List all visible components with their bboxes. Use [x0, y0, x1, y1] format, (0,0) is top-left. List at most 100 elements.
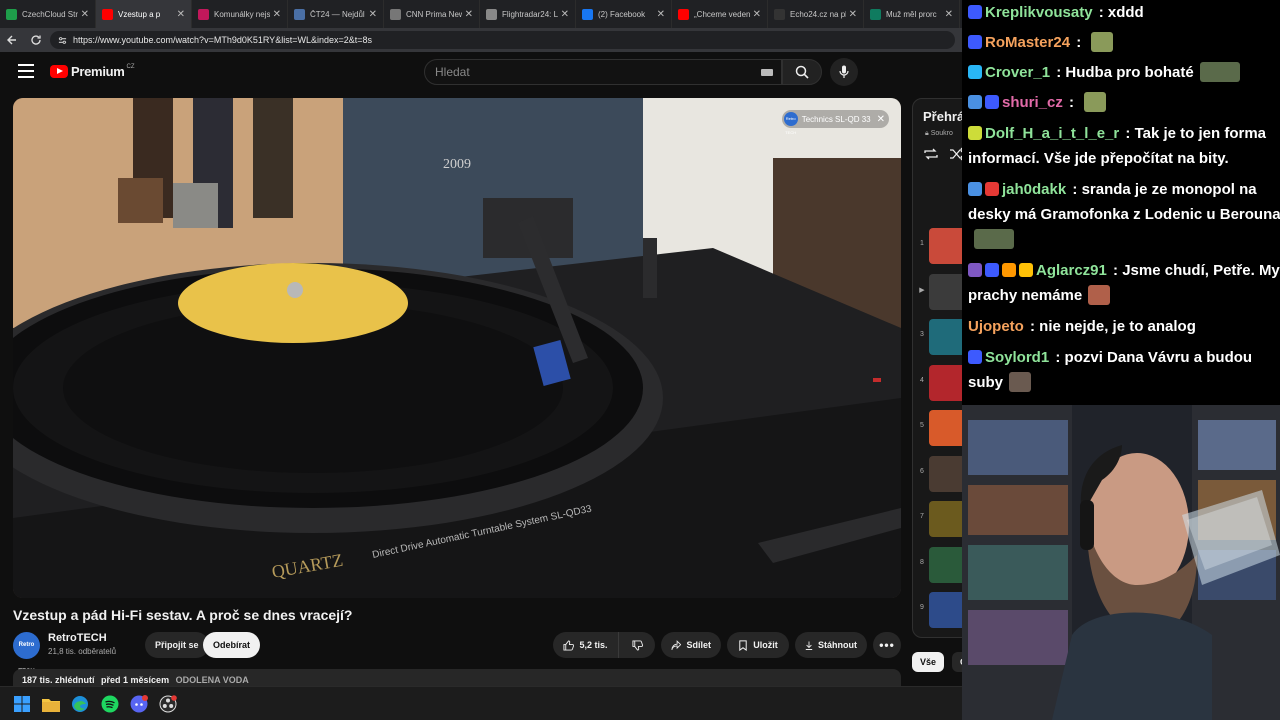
channel-watermark[interactable]: Retro TECH Technics SL-QD 33 ✕ — [781, 110, 889, 135]
filter-chip[interactable]: O — [952, 652, 962, 672]
spotify-icon[interactable] — [100, 694, 120, 714]
subscribe-button[interactable]: Odebírat — [203, 632, 261, 658]
playlist-item[interactable]: ▶ — [913, 272, 962, 312]
site-info-icon[interactable] — [58, 36, 67, 45]
share-label: Sdílet — [686, 640, 711, 650]
browser-tab[interactable]: Komunálky nejs ✕ — [192, 0, 288, 28]
close-icon[interactable]: ✕ — [877, 114, 885, 125]
filter-chip[interactable]: Vše — [912, 652, 945, 672]
playlist-item-thumbnail — [929, 546, 962, 583]
windows-start-icon[interactable] — [12, 694, 32, 714]
xbox-icon — [6, 8, 17, 20]
close-tab-icon[interactable]: ✕ — [561, 9, 569, 20]
playlist-item-index: 3 — [920, 331, 924, 338]
playlist-item[interactable]: 1 — [913, 226, 962, 266]
voice-search-button[interactable] — [830, 58, 858, 86]
description-tag[interactable]: ODOLENA VODA — [176, 675, 249, 685]
playlist-item-thumbnail — [929, 501, 962, 537]
close-tab-icon[interactable]: ✕ — [273, 9, 281, 20]
playlist-title[interactable]: Přehrá — [923, 109, 962, 124]
browser-tab[interactable]: ČT24 — Nejdůl ✕ — [288, 0, 384, 28]
search-input[interactable]: Hledat — [424, 59, 782, 85]
description-box[interactable]: 187 tis. zhlédnutí před 1 měsícem ODOLEN… — [13, 669, 901, 686]
browser-tab[interactable]: Echo24.cz na pl ✕ — [768, 0, 864, 28]
playlist-item-thumbnail — [929, 319, 962, 355]
chat-username[interactable]: Dolf_H_a_i_t_l_e_r — [985, 125, 1119, 142]
download-button[interactable]: Stáhnout — [795, 632, 867, 658]
edge-browser-icon[interactable] — [70, 694, 90, 714]
playlist-item[interactable]: 4 — [913, 363, 962, 403]
save-button[interactable]: Uložit — [727, 632, 789, 658]
monkas-emote — [974, 229, 1014, 249]
chat-badge-icon — [1002, 263, 1016, 277]
search-placeholder: Hledat — [435, 65, 470, 79]
address-bar[interactable]: https://www.youtube.com/watch?v=MTh9d0K5… — [50, 31, 955, 49]
browser-tab[interactable]: CNN Prima New ✕ — [384, 0, 480, 28]
chat-badge-icon — [968, 182, 982, 196]
chat-username[interactable]: Ujopeto — [968, 318, 1024, 335]
like-count: 5,2 tis. — [579, 640, 608, 650]
chat-text: xddd — [1107, 4, 1144, 21]
logo-region: CZ — [126, 64, 135, 70]
dislike-button[interactable] — [618, 632, 655, 658]
discord-icon[interactable] — [129, 694, 149, 714]
channel-watermark-avatar: Retro TECH — [783, 112, 798, 135]
browser-toolbar: https://www.youtube.com/watch?v=MTh9d0K5… — [0, 28, 962, 52]
chat-username[interactable]: jah0dakk — [1002, 181, 1066, 198]
chat-message: Aglarcz91 : Jsme chudí, Petře. My prachy… — [968, 258, 1280, 308]
close-tab-icon[interactable]: ✕ — [657, 9, 665, 20]
chat-username[interactable]: shuri_cz — [1002, 94, 1063, 111]
menu-icon[interactable] — [18, 64, 34, 78]
chat-username[interactable]: RoMaster24 — [985, 34, 1070, 51]
share-button[interactable]: Sdílet — [661, 632, 721, 658]
keyboard-icon[interactable] — [761, 69, 773, 76]
channel-name[interactable]: RetroTECH — [48, 632, 107, 644]
close-tab-icon[interactable]: ✕ — [945, 9, 953, 20]
chat-username[interactable]: Crover_1 — [985, 64, 1050, 81]
channel-avatar[interactable]: Retro TECH — [13, 632, 40, 675]
join-button[interactable]: Připojit se — [145, 632, 209, 658]
playlist-item[interactable]: 10 — [913, 636, 962, 638]
browser-tab[interactable]: Vzestup a p ✕ — [96, 0, 192, 28]
chat-username[interactable]: Kreplikvousaty — [985, 4, 1093, 21]
file-explorer-icon[interactable] — [41, 694, 61, 714]
chat-text: Hudba pro bohaté — [1065, 64, 1194, 81]
browser-tab[interactable]: (2) Facebook ✕ — [576, 0, 672, 28]
search-button[interactable] — [782, 59, 822, 85]
chat-message: Dolf_H_a_i_t_l_e_r : Tak je to jen forma… — [968, 121, 1280, 171]
more-actions-button[interactable]: ••• — [873, 632, 901, 658]
chat-username[interactable]: Soylord1 — [985, 349, 1049, 366]
chat-badge-icon — [968, 350, 982, 364]
playlist-item[interactable]: 8 — [913, 545, 962, 585]
playlist-item[interactable]: 6 — [913, 454, 962, 494]
chat-separator: : — [1052, 64, 1066, 81]
like-button[interactable]: 5,2 tis. — [553, 632, 618, 658]
playlist-item-index: 5 — [920, 422, 924, 429]
browser-tab[interactable]: CzechCloud Str ✕ — [0, 0, 96, 28]
playlist-item[interactable]: 5 — [913, 408, 962, 448]
playlist-item[interactable]: 3 — [913, 317, 962, 357]
close-tab-icon[interactable]: ✕ — [849, 9, 857, 20]
youtube-logo[interactable]: Premium CZ — [50, 64, 135, 79]
close-tab-icon[interactable]: ✕ — [177, 9, 185, 20]
shuffle-icon[interactable] — [949, 147, 962, 166]
loop-icon[interactable] — [923, 147, 939, 166]
browser-tab[interactable]: „Chceme veden ✕ — [672, 0, 768, 28]
playlist-item[interactable]: 7 — [913, 499, 962, 539]
site-icon — [198, 8, 209, 20]
close-tab-icon[interactable]: ✕ — [753, 9, 761, 20]
reload-icon[interactable] — [24, 28, 48, 52]
video-player[interactable]: 2009 QUARTZ Direct Drive Automatic Turnt… — [13, 98, 901, 598]
browser-tab[interactable]: Muž měl prorc ✕ — [864, 0, 960, 28]
share-icon — [671, 639, 682, 650]
playlist-privacy: 🔒︎ Soukro — [925, 130, 953, 138]
back-icon[interactable] — [0, 28, 24, 52]
close-tab-icon[interactable]: ✕ — [369, 9, 377, 20]
obs-icon[interactable] — [158, 694, 178, 714]
browser-tab[interactable]: Flightradar24: L ✕ — [480, 0, 576, 28]
playlist-item[interactable]: 9 — [913, 590, 962, 630]
close-tab-icon[interactable]: ✕ — [81, 9, 89, 20]
chat-username[interactable]: Aglarcz91 — [1036, 262, 1107, 279]
close-tab-icon[interactable]: ✕ — [465, 9, 473, 20]
chat-message: shuri_cz : — [968, 90, 1280, 115]
